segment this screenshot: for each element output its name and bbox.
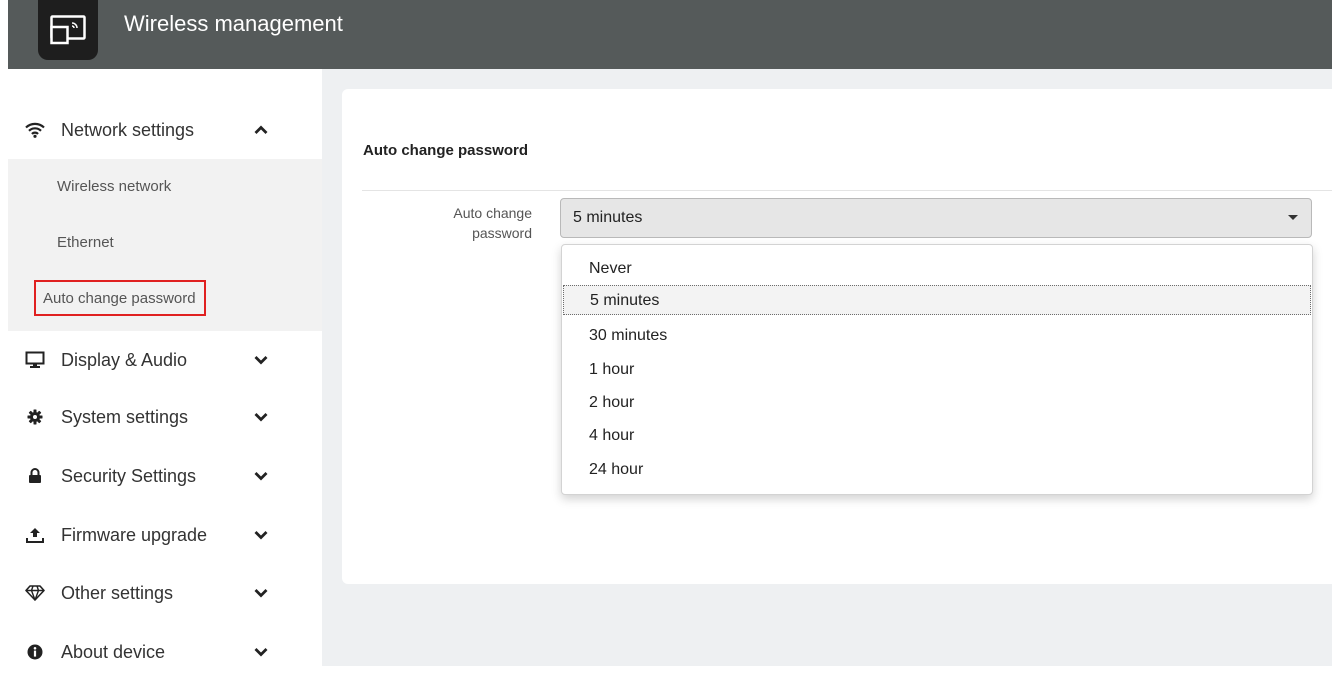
option-2-hour[interactable]: 2 hour [563,388,1311,418]
sidebar: Network settings Wireless network Ethern… [8,69,322,666]
sidebar-item-ethernet[interactable]: Ethernet [57,234,114,251]
sidebar-item-label: Security Settings [61,465,197,486]
option-24-hour[interactable]: 24 hour [563,455,1311,485]
auto-change-password-select[interactable]: 5 minutes [560,198,1312,238]
chevron-down-icon [251,642,271,662]
sidebar-item-about-device[interactable]: About device [8,622,322,682]
sidebar-item-label: Other settings [61,582,174,603]
sidebar-item-auto-change-password[interactable]: Auto change password [34,280,206,316]
divider [362,190,1332,191]
sidebar-item-label: About device [61,641,166,662]
select-value: 5 minutes [573,209,643,226]
option-5-minutes[interactable]: 5 minutes [563,285,1311,315]
network-submenu: Wireless network Ethernet Auto change pa… [8,159,322,331]
lock-icon [24,465,46,487]
wifi-icon [24,119,46,141]
page-title: Auto change password [363,142,529,159]
sidebar-item-label: System settings [61,406,189,427]
sidebar-item-label: Firmware upgrade [61,524,208,545]
option-30-minutes[interactable]: 30 minutes [563,321,1311,351]
sidebar-item-label: Network settings [61,119,195,140]
sidebar-item-network-settings[interactable]: Network settings [8,100,322,160]
sidebar-item-label: Display & Audio [61,349,188,370]
chevron-up-icon [251,120,271,140]
auto-change-password-dropdown: Never 5 minutes 30 minutes 1 hour 2 hour… [561,244,1313,495]
chevron-down-icon [251,466,271,486]
sidebar-item-wireless-network[interactable]: Wireless network [57,178,171,195]
sidebar-item-firmware-upgrade[interactable]: Firmware upgrade [8,505,322,565]
option-never[interactable]: Never [563,254,1311,284]
sidebar-item-system-settings[interactable]: System settings [8,387,322,447]
cast-logo-icon [38,0,98,60]
monitor-icon [24,349,46,371]
chevron-down-icon [251,350,271,370]
diamond-icon [24,582,46,604]
chevron-down-icon [251,583,271,603]
caret-down-icon [1288,215,1298,220]
sidebar-item-other-settings[interactable]: Other settings [8,563,322,623]
gear-icon [24,406,46,428]
chevron-down-icon [251,407,271,427]
auto-change-password-label: Auto change password [453,205,532,241]
option-4-hour[interactable]: 4 hour [563,421,1311,451]
app-header: Wireless management [8,0,1332,69]
info-icon [24,641,46,663]
upload-icon [24,524,46,546]
app-title: Wireless management [124,11,343,36]
option-1-hour[interactable]: 1 hour [563,355,1311,385]
chevron-down-icon [251,525,271,545]
sidebar-item-display-audio[interactable]: Display & Audio [8,330,322,390]
sidebar-item-security-settings[interactable]: Security Settings [8,446,322,506]
